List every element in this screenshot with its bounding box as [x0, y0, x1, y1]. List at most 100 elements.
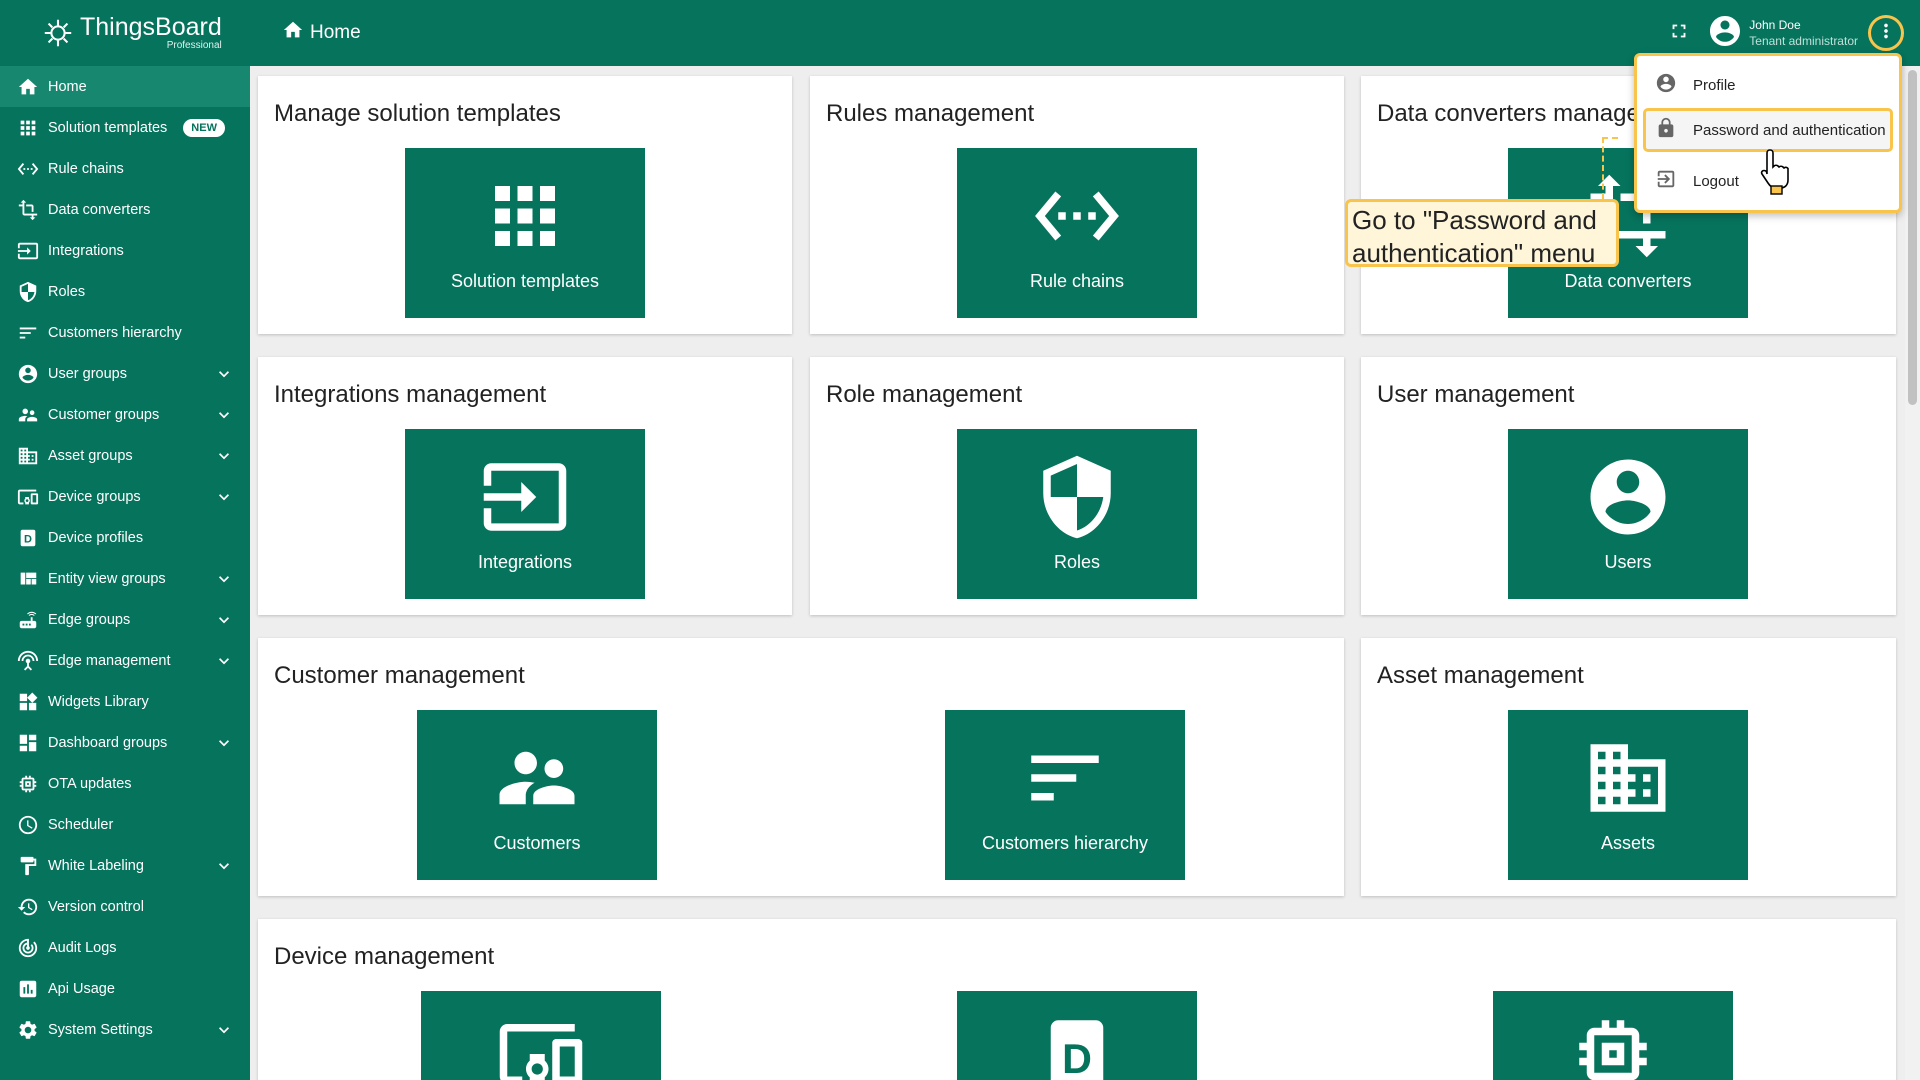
scrollbar[interactable]: [1905, 66, 1920, 1080]
card-title: User management: [1377, 381, 1575, 408]
tile-roles[interactable]: Roles: [957, 429, 1197, 599]
chevron-down-icon: [214, 733, 234, 753]
dashboard-icon: [16, 731, 40, 755]
tile-assets[interactable]: Assets: [1508, 710, 1748, 880]
sidebar-item-entity-view-groups[interactable]: Entity view groups: [0, 558, 250, 599]
sidebar-item-audit-logs[interactable]: Audit Logs: [0, 927, 250, 968]
fullscreen-button[interactable]: [1659, 13, 1699, 53]
sidebar-item-label: Edge groups: [48, 611, 131, 628]
sidebar: ThingsBoard Professional Home Solution t…: [0, 0, 250, 1080]
device-profile-icon: D: [1027, 1009, 1127, 1080]
sidebar-item-label: Widgets Library: [48, 693, 149, 710]
menu-item-label: Logout: [1693, 172, 1739, 190]
sidebar-item-label: Integrations: [48, 242, 124, 259]
account-circle-icon: [1578, 447, 1678, 547]
user-info[interactable]: John Doe Tenant administrator: [1749, 17, 1858, 49]
menu-item-label: Profile: [1693, 76, 1736, 94]
sort-icon: [16, 321, 40, 345]
widgets-icon: [16, 690, 40, 714]
tile-users[interactable]: Users: [1508, 429, 1748, 599]
sidebar-item-label: Data converters: [48, 201, 151, 218]
sidebar-item-solution-templates[interactable]: Solution templates NEW: [0, 107, 250, 148]
menu-item-profile[interactable]: Profile: [1643, 63, 1893, 107]
sidebar-item-dashboard-groups[interactable]: Dashboard groups: [0, 722, 250, 763]
sidebar-item-customers-hierarchy[interactable]: Customers hierarchy: [0, 312, 250, 353]
sidebar-item-asset-groups[interactable]: Asset groups: [0, 435, 250, 476]
card-role-management: Role management Roles: [810, 357, 1344, 615]
more-vert-icon: [1875, 20, 1897, 47]
tile-solution-templates[interactable]: Solution templates: [405, 148, 645, 318]
tile-customers-hierarchy[interactable]: Customers hierarchy: [945, 710, 1185, 880]
tooltip-connector: [1602, 137, 1618, 199]
device-profile-icon: D: [16, 526, 40, 550]
input-icon: [16, 239, 40, 263]
sidebar-item-version-control[interactable]: Version control: [0, 886, 250, 927]
sidebar-item-white-labeling[interactable]: White Labeling: [0, 845, 250, 886]
sidebar-item-api-usage[interactable]: Api Usage: [0, 968, 250, 1009]
card-user-management: User management Users: [1361, 357, 1896, 615]
sidebar-item-device-groups[interactable]: Device groups: [0, 476, 250, 517]
shield-icon: [16, 280, 40, 304]
sidebar-item-integrations[interactable]: Integrations: [0, 230, 250, 271]
apps-icon: [475, 166, 575, 266]
breadcrumb-label: Home: [310, 22, 361, 43]
sidebar-item-data-converters[interactable]: Data converters: [0, 189, 250, 230]
sidebar-item-user-groups[interactable]: User groups: [0, 353, 250, 394]
chevron-down-icon: [214, 569, 234, 589]
user-menu-button[interactable]: [1868, 15, 1904, 51]
tile-devices[interactable]: [421, 991, 661, 1080]
settings-ethernet-icon: [1027, 166, 1127, 266]
sidebar-item-widgets-library[interactable]: Widgets Library: [0, 681, 250, 722]
sidebar-item-label: Entity view groups: [48, 570, 166, 587]
sidebar-item-device-profiles[interactable]: D Device profiles: [0, 517, 250, 558]
memory-icon: [1563, 1009, 1663, 1080]
sidebar-item-label: Asset groups: [48, 447, 133, 464]
hand-pointer-icon: [1760, 146, 1794, 196]
sort-icon: [1015, 728, 1115, 828]
chevron-down-icon: [214, 856, 234, 876]
sidebar-item-label: Home: [48, 78, 87, 95]
tile-rule-chains[interactable]: Rule chains: [957, 148, 1197, 318]
tile-device-profiles[interactable]: D: [957, 991, 1197, 1080]
tile-customers[interactable]: Customers: [417, 710, 657, 880]
scrollbar-thumb[interactable]: [1908, 70, 1917, 405]
sidebar-item-customer-groups[interactable]: Customer groups: [0, 394, 250, 435]
breadcrumb[interactable]: Home: [282, 19, 361, 47]
app-edition: Professional: [166, 40, 222, 51]
supervisor-account-icon: [16, 403, 40, 427]
tile-integrations[interactable]: Integrations: [405, 429, 645, 599]
tile-ota-updates[interactable]: [1493, 991, 1733, 1080]
sidebar-item-label: Solution templates: [48, 119, 168, 136]
memory-icon: [16, 772, 40, 796]
logo[interactable]: ThingsBoard Professional: [0, 0, 250, 66]
sidebar-item-label: Edge management: [48, 652, 171, 669]
sidebar-item-label: Customer groups: [48, 406, 160, 423]
user-avatar[interactable]: [1707, 13, 1743, 54]
user-name: John Doe: [1749, 17, 1801, 32]
sidebar-item-edge-groups[interactable]: Edge groups: [0, 599, 250, 640]
apps-icon: [16, 116, 40, 140]
insert-chart-icon: [16, 977, 40, 1001]
sidebar-item-label: OTA updates: [48, 775, 132, 792]
card-device-management: Device management D: [258, 919, 1896, 1080]
sidebar-item-home[interactable]: Home: [0, 66, 250, 107]
sidebar-item-edge-management[interactable]: Edge management: [0, 640, 250, 681]
tile-label: Solution templates: [450, 271, 600, 291]
sidebar-item-label: Dashboard groups: [48, 734, 168, 751]
sidebar-item-roles[interactable]: Roles: [0, 271, 250, 312]
track-changes-icon: [16, 936, 40, 960]
card-integrations-management: Integrations management Integrations: [258, 357, 792, 615]
sidebar-item-label: Api Usage: [48, 980, 115, 997]
sidebar-item-ota-updates[interactable]: OTA updates: [0, 763, 250, 804]
fullscreen-icon: [1668, 20, 1690, 47]
sidebar-item-label: Device groups: [48, 488, 141, 505]
sidebar-item-system-settings[interactable]: System Settings: [0, 1009, 250, 1050]
instruction-tooltip: Go to "Password and authentication" menu: [1345, 199, 1619, 268]
chevron-down-icon: [214, 364, 234, 384]
sidebar-item-scheduler[interactable]: Scheduler: [0, 804, 250, 845]
tooltip-line-1: Go to "Password and: [1352, 205, 1597, 235]
chevron-down-icon: [214, 405, 234, 425]
sidebar-item-rule-chains[interactable]: Rule chains: [0, 148, 250, 189]
tile-label: Roles: [1053, 552, 1101, 572]
home-icon: [16, 75, 40, 99]
